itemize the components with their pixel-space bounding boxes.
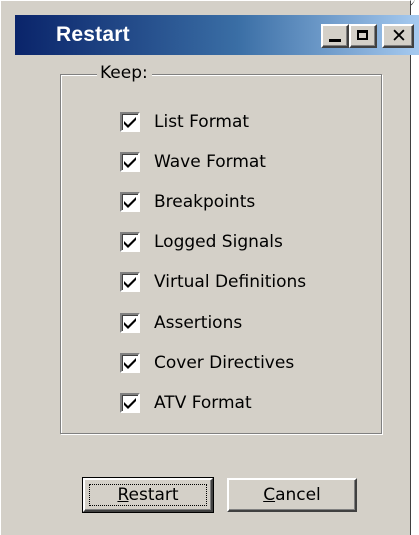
window-title: Restart — [56, 23, 130, 46]
focus-rectangle — [89, 484, 207, 506]
option-label: ATV Format — [154, 393, 252, 413]
option-virtual-definitions[interactable]: Virtual Definitions — [120, 270, 306, 294]
cancel-button[interactable]: Cancel — [227, 478, 357, 512]
maximize-button[interactable] — [349, 24, 377, 48]
option-label: Virtual Definitions — [154, 272, 307, 292]
checkmark-icon — [124, 358, 136, 369]
restart-button[interactable]: Restart — [82, 477, 214, 513]
option-label: Breakpoints — [154, 192, 256, 212]
atv-format-checkbox[interactable] — [120, 393, 140, 413]
option-label: Cover Directives — [154, 353, 295, 373]
checkmark-icon — [124, 277, 136, 288]
logged-signals-checkbox[interactable] — [120, 232, 140, 252]
checkmark-icon — [124, 117, 136, 128]
close-icon: ✕ — [391, 25, 407, 47]
option-label: Assertions — [154, 313, 243, 333]
cover-directives-checkbox[interactable] — [120, 353, 140, 373]
mnemonic-c: C — [263, 485, 276, 505]
checkmark-icon — [124, 318, 136, 329]
checkmark-icon — [124, 237, 136, 248]
minimize-icon — [329, 39, 341, 42]
title-bar[interactable]: Restart ✕ — [15, 15, 419, 55]
option-label: Wave Format — [154, 152, 266, 172]
option-label: Logged Signals — [154, 232, 283, 252]
maximize-icon — [357, 30, 368, 40]
breakpoints-checkbox[interactable] — [120, 192, 140, 212]
virtual-definitions-checkbox[interactable] — [120, 272, 140, 292]
option-atv-format[interactable]: ATV Format — [120, 391, 252, 415]
option-breakpoints[interactable]: Breakpoints — [120, 190, 255, 214]
keep-group-label: Keep: — [97, 63, 152, 83]
option-cover-directives[interactable]: Cover Directives — [120, 351, 294, 375]
option-logged-signals[interactable]: Logged Signals — [120, 230, 283, 254]
option-list-format[interactable]: List Format — [120, 110, 249, 134]
option-wave-format[interactable]: Wave Format — [120, 150, 266, 174]
wave-format-checkbox[interactable] — [120, 152, 140, 172]
minimize-button[interactable] — [321, 24, 349, 48]
checkmark-icon — [124, 197, 136, 208]
cancel-label-rest: ancel — [275, 485, 321, 505]
assertions-checkbox[interactable] — [120, 313, 140, 333]
option-assertions[interactable]: Assertions — [120, 311, 242, 335]
checkmark-icon — [124, 398, 136, 409]
list-format-checkbox[interactable] — [120, 112, 140, 132]
close-button[interactable]: ✕ — [382, 24, 414, 48]
option-label: List Format — [154, 112, 250, 132]
checkmark-icon — [124, 157, 136, 168]
cancel-button-label: Cancel — [263, 485, 321, 505]
